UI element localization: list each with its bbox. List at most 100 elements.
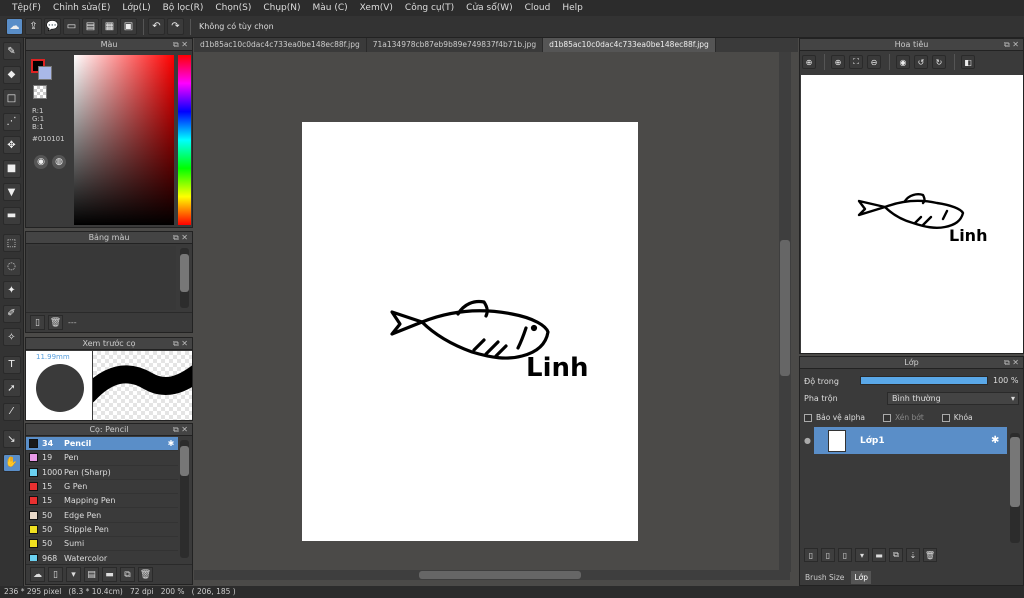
rect-select-icon[interactable]: ⬚ — [2, 234, 21, 252]
layout-icon[interactable]: ▣ — [120, 18, 137, 35]
operation-tool-icon[interactable]: ➚ — [2, 379, 21, 397]
blend-mode-select[interactable]: Bình thường ▾ — [887, 392, 1019, 405]
hue-slider[interactable] — [178, 55, 191, 225]
new-layer-icon[interactable]: ▯ — [804, 548, 818, 562]
lock-checkbox[interactable]: Khóa — [941, 413, 973, 422]
canvas-vertical-scrollbar[interactable] — [779, 52, 791, 572]
panel-window-icons[interactable]: ⧉ ✕ — [173, 338, 188, 350]
menu-file[interactable]: Tệp(F) — [6, 0, 47, 16]
rotate-right-icon[interactable]: ↻ — [932, 55, 946, 69]
text-tool-icon[interactable]: T — [2, 355, 21, 374]
merge-layer-icon[interactable]: ⇣ — [906, 548, 920, 562]
menu-cloud[interactable]: Cloud — [519, 0, 557, 16]
brush-row[interactable]: 50 Stipple Pen — [26, 522, 178, 538]
canvas-area[interactable]: Linh — [194, 52, 798, 586]
tab-layer[interactable]: Lớp — [851, 570, 871, 584]
menu-color[interactable]: Màu (C) — [307, 0, 354, 16]
panel-window-icons[interactable]: ⧉ ✕ — [173, 232, 188, 244]
panel-window-icons[interactable]: ⧉ ✕ — [173, 39, 188, 51]
delete-swatch-icon[interactable]: 🗑 — [48, 315, 63, 330]
gradient-tool-icon[interactable]: ▬ — [2, 206, 21, 225]
menu-capture[interactable]: Chụp(N) — [257, 0, 306, 16]
swatch-grid[interactable] — [28, 246, 176, 310]
layer-gear-icon[interactable]: ✱ — [991, 435, 1005, 446]
layer-row[interactable]: ● Lớp1 ✱ — [801, 427, 1007, 454]
brush-folder-icon[interactable]: ▬ — [102, 567, 117, 582]
dotted-brush-icon[interactable]: ⋰ — [2, 112, 21, 131]
duplicate-layer-icon[interactable]: ⧉ — [889, 548, 903, 562]
menu-filter[interactable]: Bộ lọc(R) — [157, 0, 210, 16]
fit-window-icon[interactable]: ⛶ — [849, 55, 863, 69]
zoom-in-icon[interactable]: ⊕ — [802, 55, 816, 69]
add-brush-dropdown-icon[interactable]: ▾ — [66, 567, 81, 582]
new-halftone-layer-icon[interactable]: ▯ — [821, 548, 835, 562]
panel-window-icons[interactable]: ⧉ ✕ — [173, 424, 188, 436]
swatch-set-name[interactable]: --- — [68, 318, 77, 327]
lasso-select-icon[interactable]: ◌ — [2, 257, 21, 276]
brush-settings-icon[interactable]: ▤ — [84, 567, 99, 582]
rotate-left-icon[interactable]: ↺ — [914, 55, 928, 69]
comment-icon[interactable]: 💬 — [44, 18, 61, 35]
tab-brush-size[interactable]: Brush Size — [802, 571, 847, 584]
brush-list-scrollbar[interactable] — [180, 440, 189, 558]
menu-view[interactable]: Xem(V) — [354, 0, 399, 16]
saturation-value-picker[interactable] — [74, 55, 174, 225]
select-eraser-icon[interactable]: ✧ — [2, 328, 21, 346]
menu-window[interactable]: Cửa sổ(W) — [460, 0, 518, 16]
new-folder-icon[interactable]: ▬ — [872, 548, 886, 562]
background-color-swatch[interactable] — [38, 66, 52, 80]
layer-list-scrollbar[interactable] — [1010, 433, 1020, 543]
zoom-out-icon[interactable]: ⊖ — [867, 55, 881, 69]
canvas-paper[interactable]: Linh — [302, 122, 638, 541]
menu-layer[interactable]: Lớp(L) — [116, 0, 156, 16]
brush-gear-icon[interactable]: ✱ — [164, 439, 178, 448]
brush-row[interactable]: 968 Watercolor — [26, 551, 178, 561]
bucket-tool-icon[interactable]: ▼ — [2, 183, 21, 201]
brush-row[interactable]: 50 Edge Pen — [26, 508, 178, 523]
message-icon[interactable]: ▭ — [63, 18, 80, 35]
fill-rect-icon[interactable]: ■ — [2, 159, 21, 178]
rotate-reset-icon[interactable]: ◉ — [896, 55, 910, 69]
new-8bit-layer-icon[interactable]: ▯ — [838, 548, 852, 562]
select-pen-icon[interactable]: ✐ — [2, 304, 21, 323]
redo-icon[interactable]: ↷ — [167, 18, 184, 35]
zoom-fit-icon[interactable]: ⊕ — [831, 55, 845, 69]
menu-tools[interactable]: Công cụ(T) — [399, 0, 460, 16]
cloud-icon[interactable]: ☁ — [6, 18, 23, 35]
panel-window-icons[interactable]: ⧉ ✕ — [1004, 357, 1019, 369]
brush-row[interactable]: 1000 Pen (Sharp) — [26, 465, 178, 480]
menu-edit[interactable]: Chỉnh sửa(E) — [47, 0, 116, 16]
brush-row[interactable]: 34 Pencil ✱ — [26, 437, 178, 452]
visibility-icon[interactable]: ● — [801, 427, 814, 454]
menu-select[interactable]: Chọn(S) — [209, 0, 257, 16]
duplicate-brush-icon[interactable]: ⧉ — [120, 567, 135, 582]
brush-row[interactable]: 50 Sumi — [26, 537, 178, 552]
new-brush-icon[interactable]: ▯ — [48, 567, 63, 582]
add-layer-dropdown-icon[interactable]: ▾ — [855, 548, 869, 562]
document-tab-3[interactable]: d1b85ac10c0dac4c733ea0be148ec88f.jpg — [543, 38, 716, 52]
opacity-slider[interactable] — [860, 376, 988, 385]
magic-wand-icon[interactable]: ✦ — [2, 281, 21, 299]
transparent-color-swatch[interactable] — [33, 85, 47, 99]
brush-row[interactable]: 15 G Pen — [26, 479, 178, 495]
brush-cloud-icon[interactable]: ☁ — [30, 567, 45, 582]
grid-icon[interactable]: ▦ — [101, 18, 118, 35]
new-swatch-icon[interactable]: ▯ — [30, 315, 45, 330]
export-icon[interactable]: ⇪ — [25, 18, 42, 35]
eyedropper-icon[interactable]: ↘ — [2, 430, 21, 448]
menu-help[interactable]: Help — [556, 0, 589, 16]
hand-tool-icon[interactable]: ✋ — [2, 453, 21, 472]
clipping-checkbox[interactable]: Xén bớt — [882, 413, 924, 422]
palette-settings-icon[interactable]: ◍ — [52, 155, 66, 169]
protect-alpha-checkbox[interactable]: Bảo vệ alpha — [804, 413, 865, 422]
swatch-scrollbar[interactable] — [180, 248, 189, 308]
delete-brush-icon[interactable]: 🗑 — [138, 567, 153, 582]
canvas-horizontal-scrollbar[interactable] — [194, 570, 790, 580]
palette-icon[interactable]: ◉ — [34, 155, 48, 169]
panel-window-icons[interactable]: ⧉ ✕ — [1004, 39, 1019, 51]
navigator-view[interactable]: Linh — [801, 75, 1023, 353]
undo-icon[interactable]: ↶ — [148, 18, 165, 35]
dropper-tool-icon[interactable]: ⁄ — [2, 402, 21, 421]
flip-horizontal-icon[interactable]: ◧ — [961, 55, 975, 69]
document-tab-2[interactable]: 71a134978cb87eb9b89e749837f4b71b.jpg — [366, 38, 544, 52]
